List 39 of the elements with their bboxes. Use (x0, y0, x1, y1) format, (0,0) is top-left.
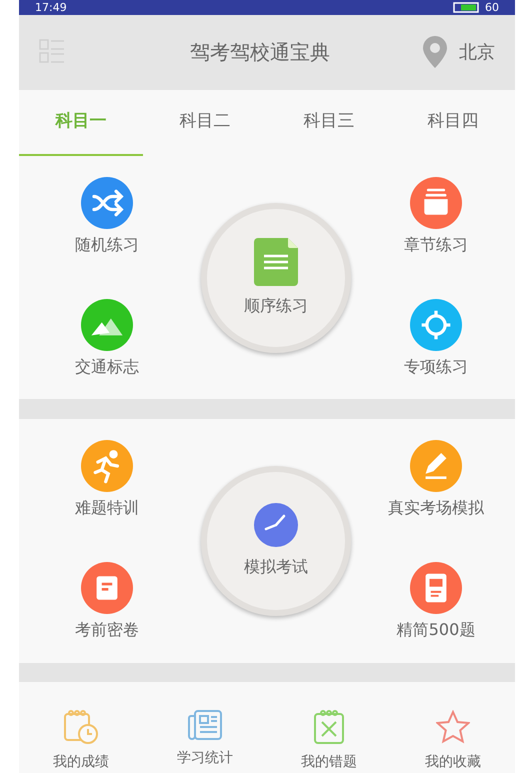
bottom-nav-item[interactable]: 我的错题 (267, 710, 391, 773)
center-circle-button[interactable]: 模拟考试 (201, 466, 351, 616)
clock-icon (254, 502, 298, 547)
note-icon[interactable] (81, 562, 133, 614)
calendar-clock-icon (63, 710, 99, 744)
status-time: 17:49 (35, 2, 67, 13)
document-icon (254, 238, 298, 286)
subject-tab[interactable]: 科目三 (267, 90, 391, 156)
subject-tab[interactable]: 科目二 (143, 90, 267, 156)
shuffle-icon[interactable] (81, 176, 133, 229)
battery-level: 60 (485, 2, 499, 13)
city-label[interactable]: 北京 (459, 38, 495, 66)
pencil-icon[interactable] (410, 440, 462, 492)
battery-icon (453, 2, 481, 13)
bottom-nav-item[interactable]: 我的收藏 (391, 710, 515, 773)
center-circle-button[interactable]: 顺序练习 (201, 202, 351, 353)
star-icon (436, 710, 470, 744)
feature-label[interactable]: 考前密卷 (75, 618, 139, 642)
crossed-note-icon (313, 710, 345, 744)
bottom-nav-item[interactable]: 我的成绩 (19, 710, 143, 773)
bottom-nav-item[interactable]: 学习统计 (143, 710, 267, 773)
center-label: 顺序练习 (244, 294, 308, 317)
feature-label[interactable]: 专项练习 (404, 354, 468, 379)
feature-label[interactable]: 精简500题 (396, 618, 476, 642)
feature-label[interactable]: 真实考场模拟 (388, 496, 484, 520)
subject-tab[interactable]: 科目四 (391, 90, 515, 156)
app-title: 驾考驾校通宝典 (189, 39, 331, 66)
feature-label[interactable]: 难题特训 (75, 496, 139, 520)
runner-icon[interactable] (81, 440, 133, 492)
feature-label[interactable]: 随机练习 (75, 232, 139, 257)
mountain-icon[interactable] (81, 298, 133, 351)
feature-label[interactable]: 交通标志 (75, 354, 139, 379)
newspaper-icon (188, 710, 222, 740)
feature-label[interactable]: 章节练习 (404, 232, 468, 257)
box-icon[interactable] (410, 176, 462, 229)
paper-icon[interactable] (410, 562, 462, 614)
center-label: 模拟考试 (244, 556, 308, 578)
location-pin-icon[interactable] (423, 36, 447, 68)
target-icon[interactable] (410, 298, 462, 351)
